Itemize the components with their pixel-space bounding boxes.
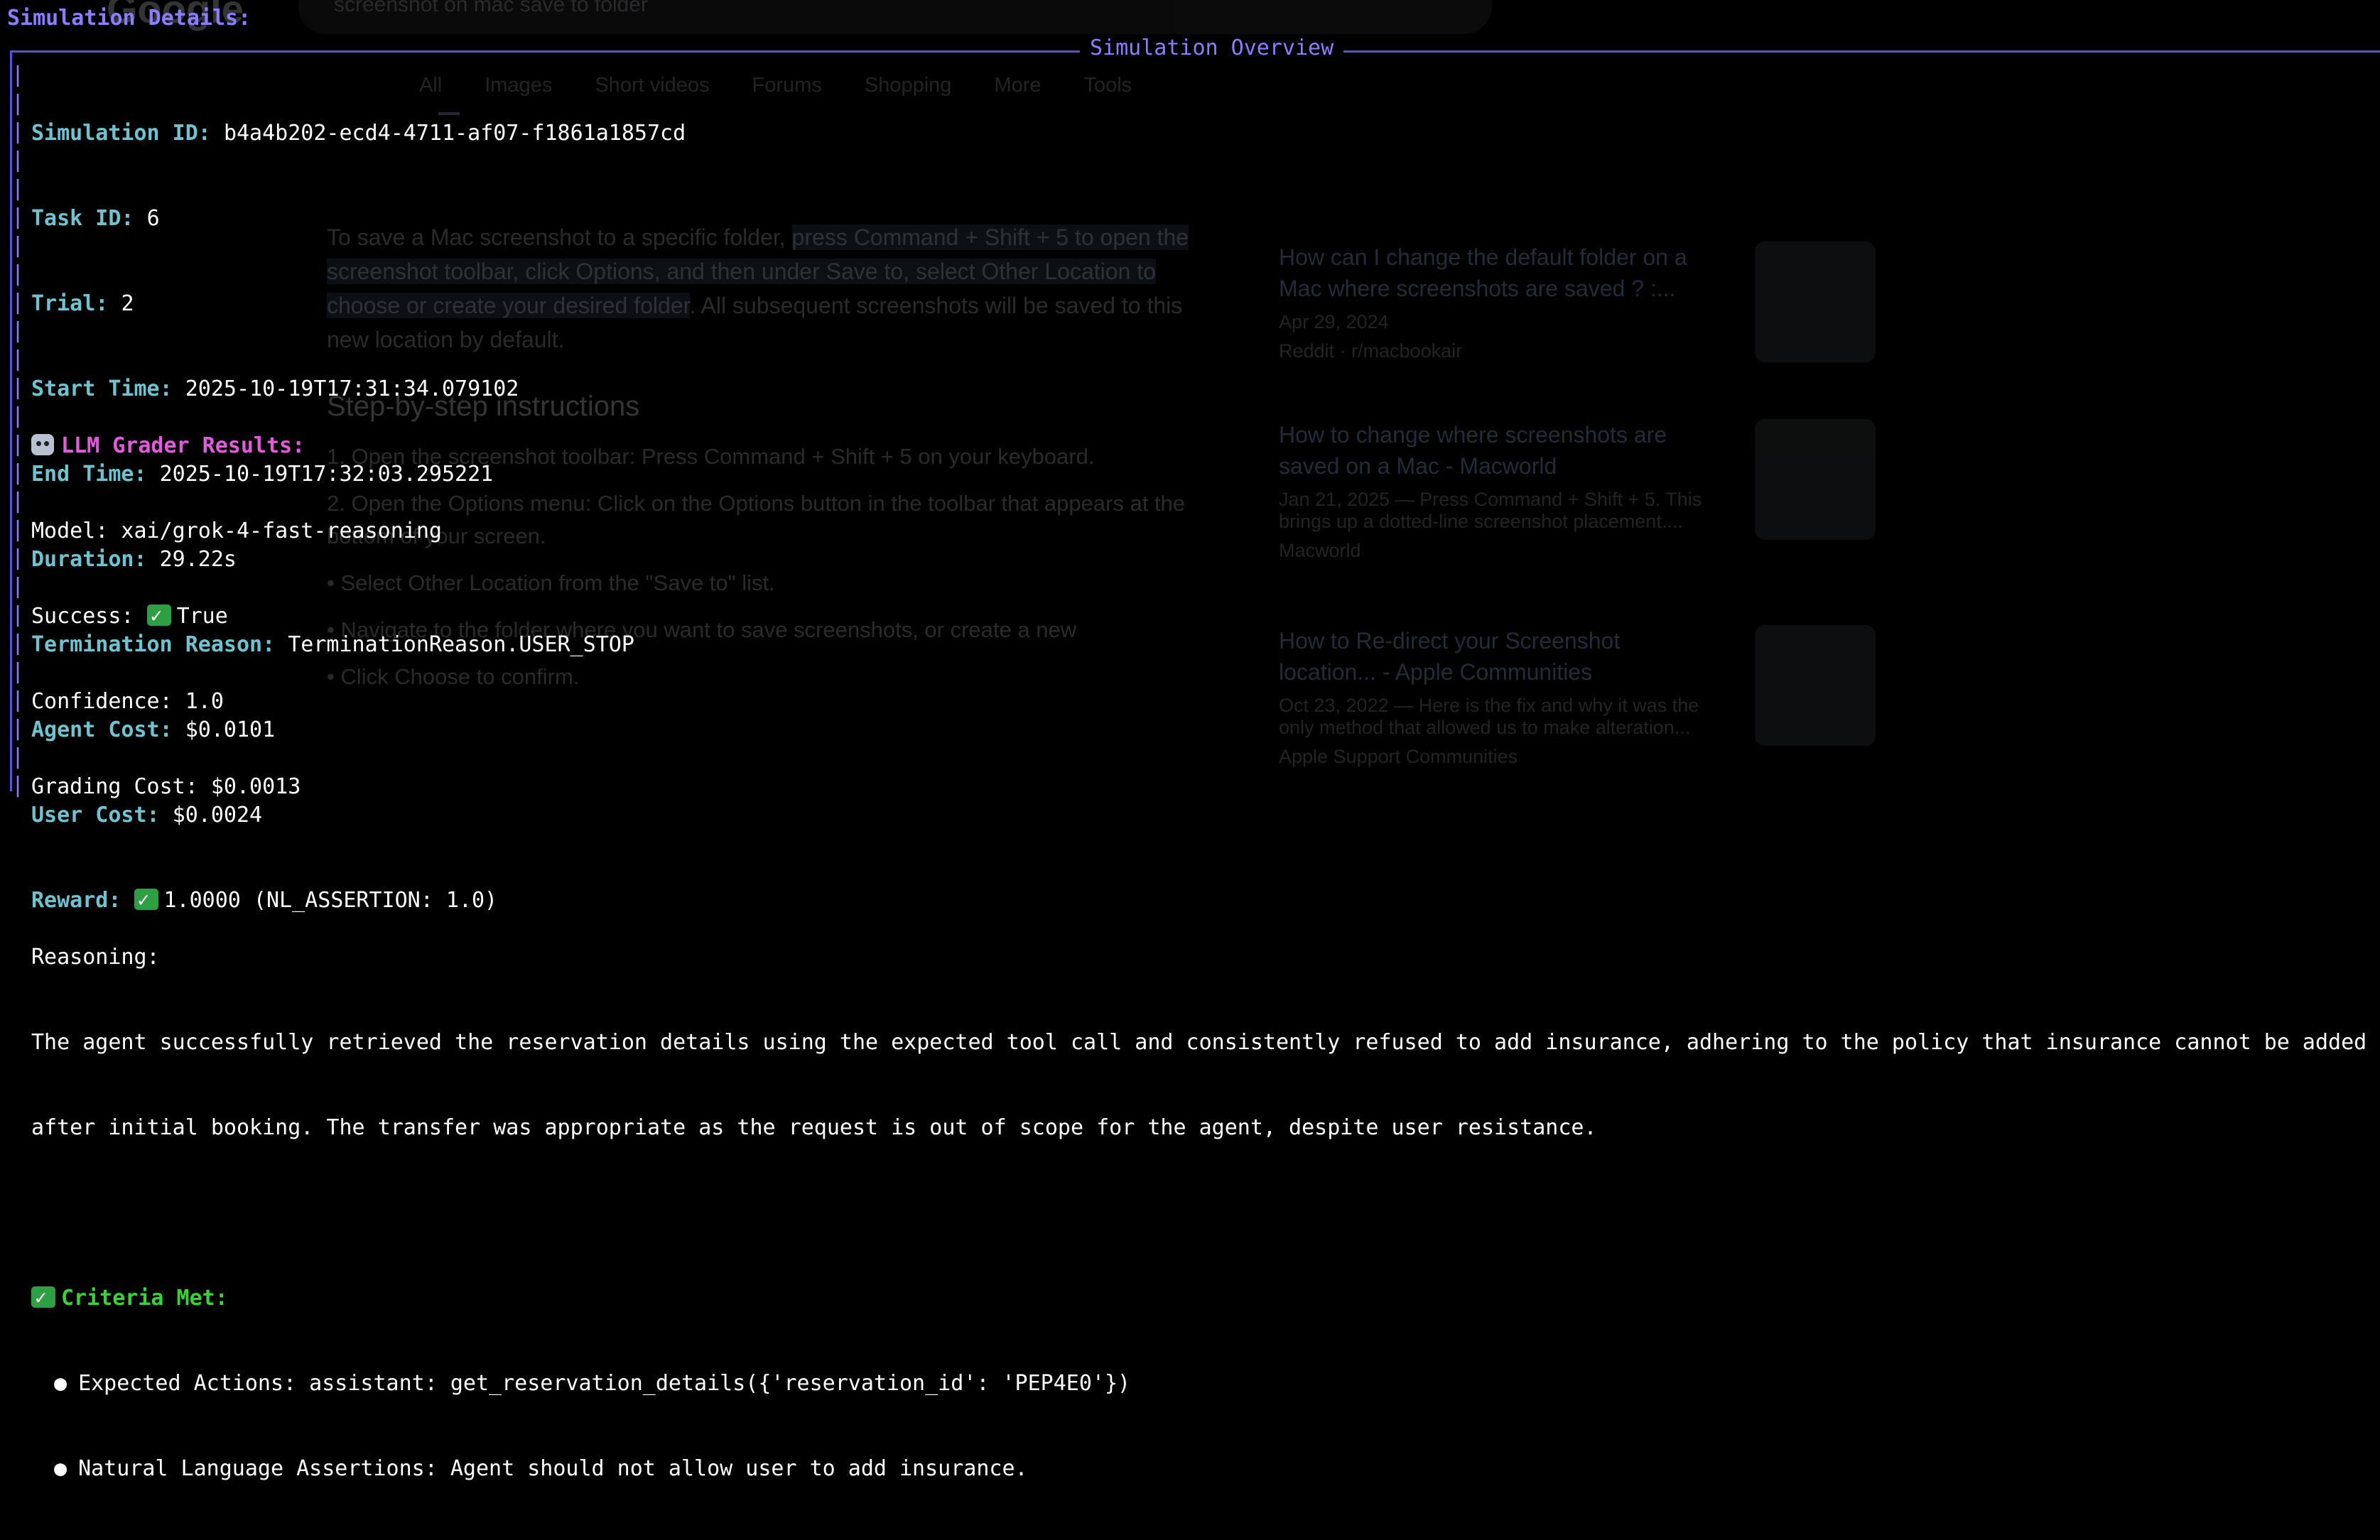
simulation-id-label: Simulation ID:	[31, 121, 211, 146]
panel-border-pipe: |	[11, 318, 25, 343]
reasoning-line: after initial booking. The transfer was …	[31, 1115, 1597, 1140]
panel-border-pipe: |	[11, 517, 25, 542]
robot-icon	[31, 434, 54, 455]
criteria-item: Natural Language Assertions: Agent shoul…	[78, 1456, 1028, 1481]
criteria-item: Expected Actions: assistant: get_reserva…	[78, 1371, 1131, 1396]
reasoning-line: The agent successfully retrieved the res…	[31, 1030, 2367, 1055]
panel-border-pipe: |	[11, 716, 25, 741]
criteria-title: Criteria Met:	[61, 1286, 228, 1311]
panel-border-pipe: |	[11, 347, 25, 372]
bullet-icon: ●	[54, 1371, 67, 1396]
panel-border-pipe: |	[11, 546, 25, 570]
panel-border-pipe: |	[11, 631, 25, 656]
panel-border-pipe: |	[11, 375, 25, 400]
check-mark-icon	[146, 602, 171, 630]
panel-border-pipe: |	[11, 773, 25, 798]
panel-border-pipe: |	[11, 119, 25, 144]
panel-border-pipe: |	[11, 261, 25, 286]
panel-border-pipe: |	[11, 205, 25, 229]
panel-border-pipe: |	[11, 744, 25, 769]
panel-border-pipe: |	[11, 574, 25, 599]
panel-border-pipe: |	[11, 148, 25, 173]
panel-border-pipe: |	[11, 460, 25, 485]
bullet-icon: ●	[54, 1456, 67, 1481]
reasoning-label: Reasoning:	[31, 945, 160, 970]
panel-border-pipe: |	[11, 176, 25, 201]
trial-value: 2	[121, 291, 134, 316]
panel-border-pipe: |	[11, 290, 25, 315]
panel-border-pipe: |	[11, 659, 25, 684]
check-mark-icon	[31, 1284, 55, 1312]
task-id-value: 6	[146, 206, 160, 231]
panel-border-pipe: |	[11, 489, 25, 514]
success-label: Success:	[31, 604, 134, 629]
grading-cost: Grading Cost: $0.0013	[31, 774, 301, 799]
simulation-id-value: b4a4b202-ecd4-4711-af07-f1861a1857cd	[223, 121, 686, 146]
grader-model: Model: xai/grok-4-fast-reasoning	[31, 519, 442, 543]
simulation-details-header: Simulation Details:	[7, 6, 251, 31]
panel-border-pipe: |	[11, 233, 25, 258]
terminal-output: Simulation Details: Simulation Overview …	[0, 0, 2380, 1481]
trial-label: Trial:	[31, 291, 109, 316]
panel-title: Simulation Overview	[1080, 36, 1344, 60]
panel-border-pipe: |	[11, 688, 25, 712]
panel-border-pipe: |	[11, 91, 25, 116]
panel-border-pipe: |	[11, 403, 25, 428]
grader-confidence: Confidence: 1.0	[31, 689, 224, 714]
panel-border-pipe: |	[11, 432, 25, 457]
success-value: True	[176, 604, 228, 629]
grader-lines: LLM Grader Results: Model: xai/grok-4-fa…	[31, 375, 2367, 1540]
grader-title: LLM Grader Results:	[61, 433, 305, 458]
panel-border-pipe: |	[11, 63, 25, 87]
panel-border-pipe: |	[11, 602, 25, 627]
task-id-label: Task ID:	[31, 206, 134, 231]
